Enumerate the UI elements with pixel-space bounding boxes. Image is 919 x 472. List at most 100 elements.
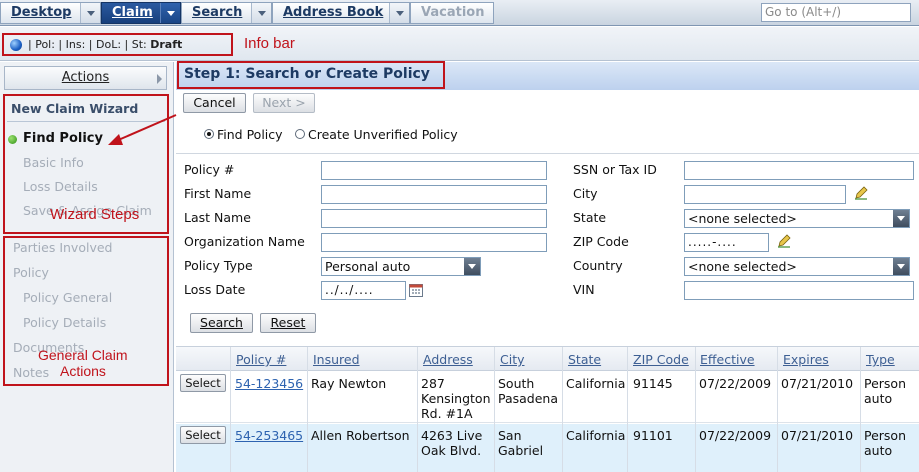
calendar-icon[interactable] [409, 283, 423, 297]
column-header-effective[interactable]: Effective [700, 352, 755, 367]
pencil-icon[interactable] [777, 234, 791, 248]
loss-date-label: Loss Date [184, 282, 246, 297]
cancel-button[interactable]: Cancel [183, 93, 246, 113]
first-name-label: First Name [184, 186, 252, 201]
tab-desktop-label: Desktop [11, 5, 72, 20]
last-name-input[interactable] [321, 209, 547, 228]
ssn-input[interactable] [684, 161, 914, 180]
policy-number-label: Policy # [184, 162, 235, 177]
info-bar-highlight [2, 33, 233, 56]
tab-claim[interactable]: Claim [101, 2, 181, 24]
type-cell-line2: auto [864, 391, 893, 406]
last-name-label: Last Name [184, 210, 251, 225]
column-divider [777, 347, 778, 472]
effective-cell: 07/22/2009 [699, 376, 772, 391]
type-cell-line1: Person [864, 428, 907, 443]
find-policy-radio-label: Find Policy [217, 127, 283, 142]
first-name-input[interactable] [321, 185, 547, 204]
select-row-button[interactable]: Select [180, 374, 226, 392]
column-header-address[interactable]: Address [423, 352, 473, 367]
pencil-icon[interactable] [854, 186, 868, 200]
chevron-down-icon[interactable] [160, 3, 180, 23]
city-cell-line2: Pasadena [498, 391, 559, 406]
search-button-label: Search [200, 315, 243, 330]
policy-number-input[interactable] [321, 161, 547, 180]
city-cell-line2: Gabriel [498, 443, 544, 458]
state-label: State [573, 210, 607, 225]
city-input[interactable] [684, 185, 846, 204]
goto-input[interactable]: Go to (Alt+/) [761, 3, 911, 22]
state-select[interactable]: <none selected> [684, 209, 910, 228]
column-divider [417, 347, 418, 472]
policy-type-select[interactable]: Personal auto [321, 257, 481, 276]
zip-cell: 91101 [633, 428, 673, 443]
vin-label: VIN [573, 282, 595, 297]
tab-address-book[interactable]: Address Book [272, 2, 410, 24]
country-value: <none selected> [688, 259, 797, 274]
chevron-down-icon[interactable] [389, 3, 409, 23]
city-cell-line1: South [498, 376, 535, 391]
chevron-down-icon [893, 258, 909, 275]
country-label: Country [573, 258, 623, 273]
general-actions-callout-line1: General Claim [38, 347, 128, 363]
create-unverified-radio[interactable] [295, 129, 305, 139]
type-cell-line1: Person [864, 376, 907, 391]
chevron-down-icon[interactable] [80, 3, 100, 23]
loss-date-input[interactable]: ../../.... [321, 281, 406, 300]
tab-vacation-label: Vacation [421, 5, 485, 20]
insured-cell: Allen Robertson [311, 428, 410, 443]
policy-type-value: Personal auto [325, 259, 411, 274]
vin-input[interactable] [684, 281, 914, 300]
wizard-steps-callout: Wizard Steps [50, 206, 140, 223]
city-cell-line1: San [498, 428, 522, 443]
zip-cell: 91145 [633, 376, 673, 391]
tab-desktop[interactable]: Desktop [0, 2, 101, 24]
insured-cell: Ray Newton [311, 376, 387, 391]
search-button[interactable]: Search [190, 313, 253, 333]
step-title-highlight [177, 61, 445, 89]
column-divider [307, 347, 308, 472]
column-header-zip[interactable]: ZIP Code [633, 352, 689, 367]
effective-cell: 07/22/2009 [699, 428, 772, 443]
expires-cell: 07/21/2010 [781, 428, 854, 443]
select-row-button[interactable]: Select [180, 426, 226, 444]
chevron-down-icon[interactable] [251, 3, 271, 23]
chevron-right-icon [157, 74, 162, 84]
zip-code-label: ZIP Code [573, 234, 629, 249]
address-cell-line1: 287 [421, 376, 445, 391]
type-cell-line2: auto [864, 443, 893, 458]
column-divider [230, 347, 231, 472]
column-header-insured[interactable]: Insured [313, 352, 360, 367]
state-value: <none selected> [688, 211, 797, 226]
actions-label: Actions [61, 70, 110, 85]
reset-button[interactable]: Reset [260, 313, 316, 333]
column-divider [494, 347, 495, 472]
ssn-label: SSN or Tax ID [573, 162, 657, 177]
column-header-policy[interactable]: Policy # [236, 352, 286, 367]
policy-number-link[interactable]: 54-123456 [235, 376, 303, 391]
zip-code-input[interactable]: .....-.... [684, 233, 769, 252]
column-header-expires[interactable]: Expires [783, 352, 829, 367]
country-select[interactable]: <none selected> [684, 257, 910, 276]
tab-search[interactable]: Search [181, 2, 272, 24]
chevron-down-icon [893, 210, 909, 227]
column-header-state[interactable]: State [568, 352, 601, 367]
address-cell-line2: Oak Blvd. [421, 443, 482, 458]
actions-button[interactable]: Actions [4, 66, 167, 90]
create-unverified-radio-label: Create Unverified Policy [308, 127, 458, 142]
callout-arrow-icon [108, 114, 177, 145]
state-cell: California [566, 376, 626, 391]
column-header-city[interactable]: City [500, 352, 525, 367]
column-divider [695, 347, 696, 472]
organization-name-label: Organization Name [184, 234, 305, 249]
expires-cell: 07/21/2010 [781, 376, 854, 391]
column-header-type[interactable]: Type [866, 352, 895, 367]
city-label: City [573, 186, 598, 201]
column-divider [860, 347, 861, 472]
info-bar-callout: Info bar [244, 35, 295, 52]
organization-name-input[interactable] [321, 233, 547, 252]
chevron-down-icon [464, 258, 480, 275]
tab-search-label: Search [192, 5, 243, 20]
find-policy-radio[interactable] [204, 129, 214, 139]
policy-number-link[interactable]: 54-253465 [235, 428, 303, 443]
